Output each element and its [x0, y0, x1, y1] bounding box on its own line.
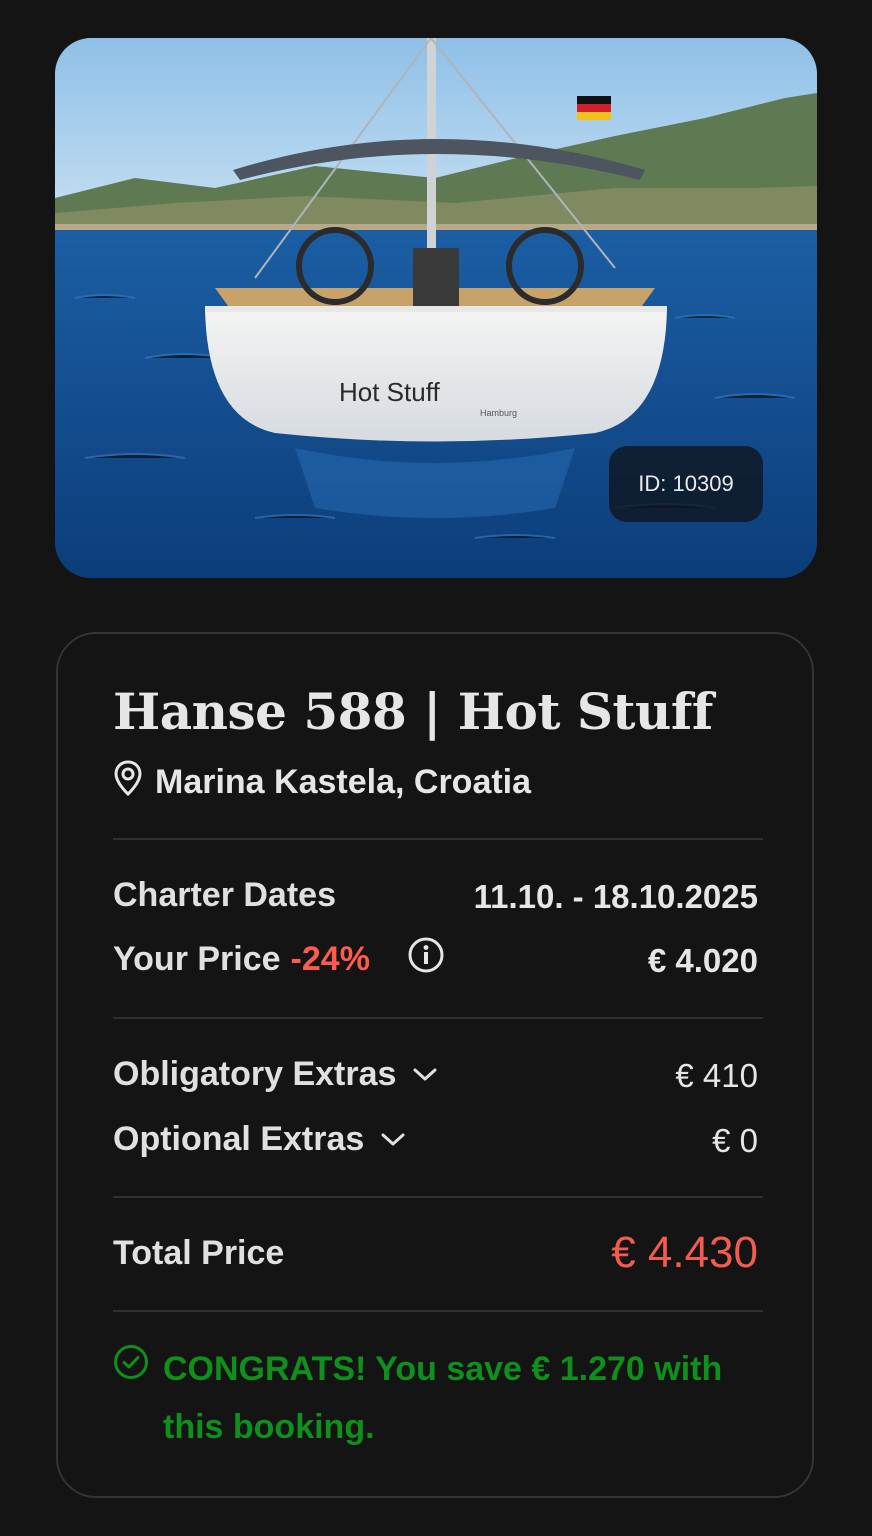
hull-lettering: Hot Stuff: [339, 377, 440, 407]
savings-text: CONGRATS! You save € 1.270 with this boo…: [163, 1350, 723, 1446]
map-pin-icon: [113, 759, 143, 805]
charter-dates-label: Charter Dates: [113, 876, 336, 914]
obligatory-extras-value: € 410: [675, 1057, 758, 1094]
divider: [113, 1310, 763, 1312]
chevron-down-icon: [412, 1067, 438, 1083]
divider: [113, 1017, 763, 1019]
your-price-label-row: Your Price -24%: [113, 940, 370, 979]
boat-location: Marina Kastela, Croatia: [113, 759, 532, 805]
optional-extras-toggle[interactable]: Optional Extras: [113, 1120, 406, 1159]
booking-summary-card: Hanse 588 | Hot Stuff Marina Kastela, Cr…: [56, 632, 814, 1498]
hull-port: Hamburg: [480, 408, 517, 418]
total-price-label: Total Price: [113, 1234, 285, 1272]
divider: [113, 838, 763, 840]
discount-badge: -24%: [290, 940, 370, 978]
your-price-label: Your Price: [113, 940, 281, 978]
total-price-value: € 4.430: [611, 1228, 758, 1277]
chevron-down-icon: [380, 1132, 406, 1148]
savings-message: CONGRATS! You save € 1.270 with this boo…: [113, 1342, 763, 1456]
info-icon[interactable]: [407, 936, 445, 979]
charter-dates-value: 11.10. - 18.10.2025: [473, 878, 758, 915]
your-price-value: € 4.020: [647, 942, 758, 979]
location-text: Marina Kastela, Croatia: [155, 762, 532, 801]
obligatory-extras-label: Obligatory Extras: [113, 1055, 397, 1093]
boat-title: Hanse 588 | Hot Stuff: [113, 682, 713, 741]
optional-extras-value: € 0: [712, 1122, 758, 1159]
optional-extras-label: Optional Extras: [113, 1120, 365, 1158]
divider: [113, 1196, 763, 1198]
boat-id-badge: ID: 10309: [609, 446, 763, 522]
boat-photo[interactable]: Hot Stuff Hamburg ID: 10309: [55, 38, 817, 578]
check-circle-icon: [113, 1344, 149, 1456]
obligatory-extras-toggle[interactable]: Obligatory Extras: [113, 1055, 438, 1094]
